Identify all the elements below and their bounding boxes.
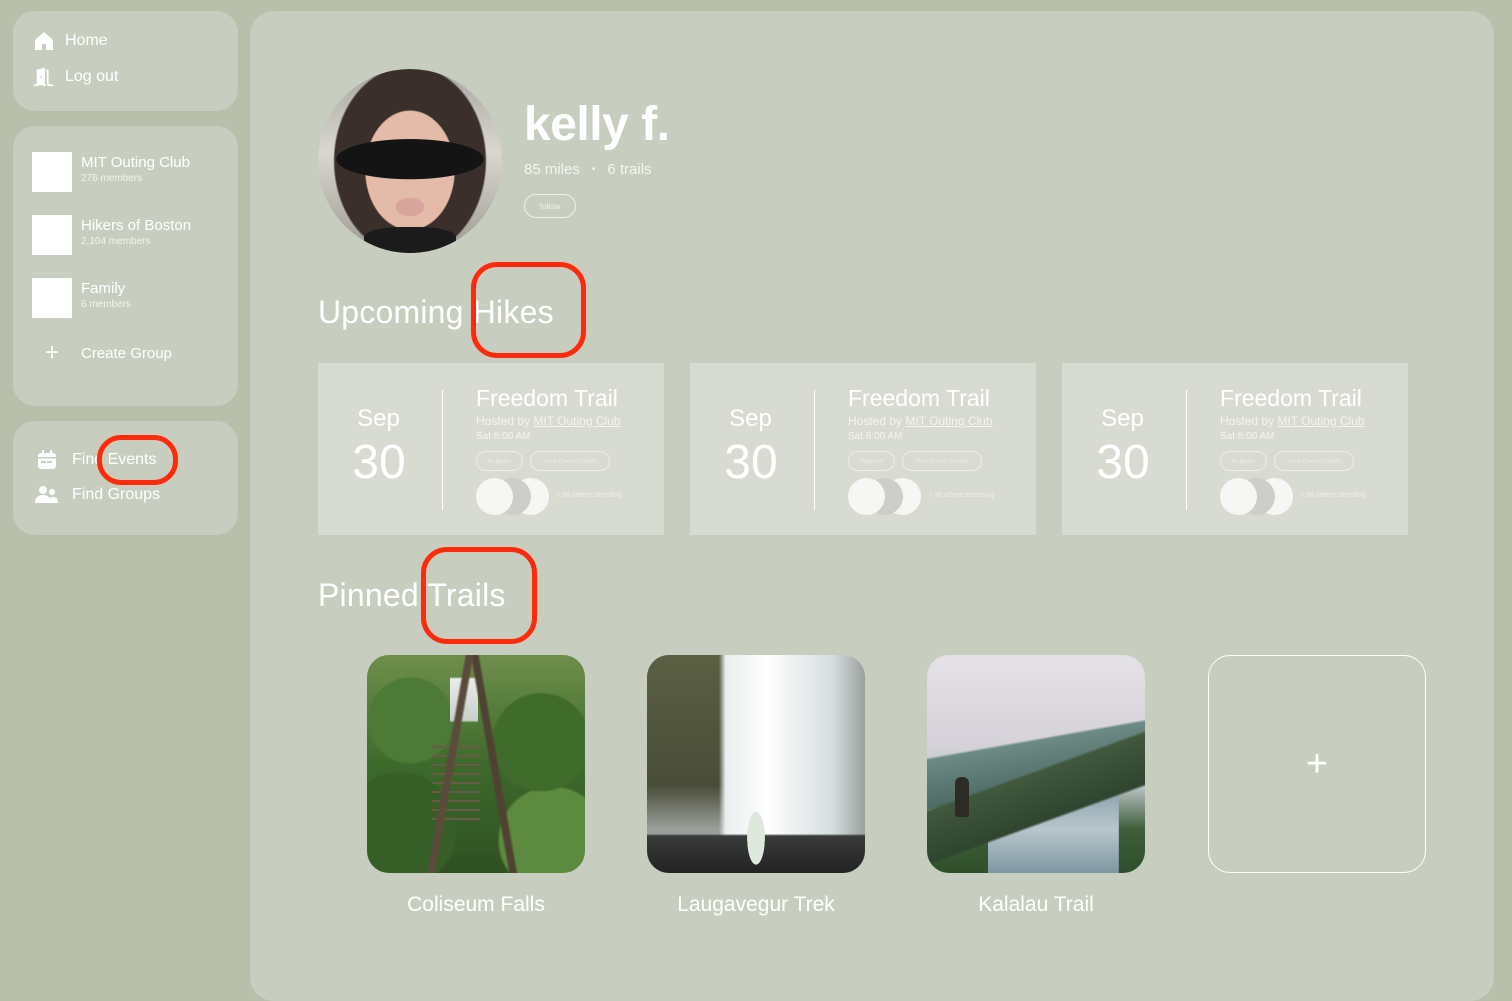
follow-button[interactable]: follow — [524, 194, 576, 218]
attending-count: + 36 others attending — [1300, 492, 1366, 499]
group-member-count: 276 members — [81, 173, 143, 184]
hosted-by-label: Hosted by — [848, 414, 903, 428]
view-event-details-button[interactable]: View Event Details — [530, 451, 610, 471]
plus-icon: + — [44, 339, 59, 366]
pinned-trails-title: Pinned Trails — [318, 577, 506, 613]
event-card[interactable]: Sep 30 Freedom Trail Hosted by MIT Outin… — [1062, 363, 1408, 535]
attending-count: + 36 others attending — [928, 492, 994, 499]
trail-name: Laugavegur Trek — [677, 893, 835, 916]
group-name: MIT Outing Club — [81, 154, 190, 171]
sidebar-nav-panel: Home Log out — [13, 11, 238, 111]
sidebar-item-home[interactable]: Home — [33, 30, 108, 52]
attendee-avatars — [1220, 478, 1300, 516]
group-item[interactable]: MIT Outing Club 276 members — [32, 152, 190, 192]
sidebar-item-label: Log out — [65, 68, 119, 85]
plus-icon: + — [1305, 743, 1329, 785]
trail-photo — [927, 655, 1145, 873]
group-item[interactable]: Hikers of Boston 2,104 members — [32, 215, 191, 255]
group-name: Hikers of Boston — [81, 217, 192, 234]
calendar-icon — [35, 449, 59, 471]
register-button[interactable]: Register — [476, 451, 523, 471]
event-host-link[interactable]: MIT Outing Club — [905, 414, 992, 428]
create-group-button[interactable]: + Create Group — [41, 339, 172, 366]
event-title: Freedom Trail — [476, 385, 618, 411]
trail-name: Kalalau Trail — [978, 893, 1094, 916]
event-day: 30 — [352, 436, 406, 489]
sidebar-item-label: Find Groups — [72, 486, 161, 503]
event-day: 30 — [1096, 436, 1150, 489]
event-title: Freedom Trail — [848, 385, 990, 411]
sidebar-item-find-groups[interactable]: Find Groups — [35, 484, 160, 506]
create-group-label: Create Group — [81, 344, 172, 362]
event-title: Freedom Trail — [1220, 385, 1362, 411]
group-member-count: 2,104 members — [81, 236, 151, 247]
stats-separator: • — [591, 164, 596, 175]
event-host: Hosted by MIT Outing Club — [1220, 414, 1365, 428]
event-host: Hosted by MIT Outing Club — [848, 414, 993, 428]
view-event-details-button[interactable]: View Event Details — [1274, 451, 1354, 471]
trail-card[interactable]: Kalalau Trail — [927, 655, 1145, 917]
attendee-avatars — [476, 478, 556, 516]
event-host: Hosted by MIT Outing Club — [476, 414, 621, 428]
home-icon — [33, 30, 55, 52]
sidebar-item-find-events[interactable]: Find Events — [35, 449, 156, 471]
main-content-panel: kelly f. 85 miles • 6 trails follow Upco… — [250, 11, 1494, 1001]
register-button[interactable]: Register — [1220, 451, 1267, 471]
profile-miles: 85 miles — [524, 161, 580, 178]
door-exit-icon — [33, 66, 55, 88]
event-month: Sep — [1101, 405, 1144, 432]
attending-count: + 36 others attending — [556, 492, 622, 499]
event-divider — [814, 390, 815, 510]
hosted-by-label: Hosted by — [476, 414, 531, 428]
add-trail-button[interactable]: + — [1208, 655, 1426, 873]
register-button[interactable]: Register — [848, 451, 895, 471]
event-divider — [1186, 390, 1187, 510]
attendee-avatar — [476, 478, 513, 515]
group-name: Family — [81, 280, 126, 297]
profile-trails-count: 6 trails — [607, 161, 652, 178]
sidebar-find-panel: Find Events Find Groups — [13, 421, 238, 535]
profile-stats: 85 miles • 6 trails — [524, 161, 652, 178]
group-thumbnail — [32, 215, 72, 255]
view-event-details-button[interactable]: View Event Details — [902, 451, 982, 471]
trail-card[interactable]: Coliseum Falls — [367, 655, 585, 917]
event-day: 30 — [724, 436, 778, 489]
sidebar-item-logout[interactable]: Log out — [33, 66, 118, 88]
event-card[interactable]: Sep 30 Freedom Trail Hosted by MIT Outin… — [690, 363, 1036, 535]
group-thumbnail — [32, 278, 72, 318]
group-thumbnail — [32, 152, 72, 192]
group-item[interactable]: Family 6 members — [32, 278, 131, 318]
profile-avatar — [318, 69, 502, 253]
group-member-count: 6 members — [81, 299, 132, 310]
event-divider — [442, 390, 443, 510]
sidebar-groups-panel: MIT Outing Club 276 members Hikers of Bo… — [13, 126, 238, 406]
attendee-avatar — [1220, 478, 1257, 515]
hosted-by-label: Hosted by — [1220, 414, 1275, 428]
trail-name: Coliseum Falls — [407, 893, 545, 916]
event-card[interactable]: Sep 30 Freedom Trail Hosted by MIT Outin… — [318, 363, 664, 535]
trail-card[interactable]: Laugavegur Trek — [647, 655, 865, 917]
profile-name: kelly f. — [524, 98, 670, 151]
attendee-avatars — [848, 478, 928, 516]
attendee-avatar — [848, 478, 885, 515]
sidebar-item-label: Home — [65, 32, 108, 49]
event-month: Sep — [357, 405, 400, 432]
trail-photo — [647, 655, 865, 873]
event-host-link[interactable]: MIT Outing Club — [533, 414, 620, 428]
event-time: Sat 8:00 AM — [848, 431, 903, 442]
users-icon — [35, 484, 59, 506]
sidebar-item-label: Find Events — [72, 451, 157, 468]
event-time: Sat 8:00 AM — [1220, 431, 1275, 442]
event-time: Sat 8:00 AM — [476, 431, 531, 442]
trail-photo — [367, 655, 585, 873]
event-host-link[interactable]: MIT Outing Club — [1277, 414, 1364, 428]
upcoming-hikes-title: Upcoming Hikes — [318, 294, 554, 330]
event-month: Sep — [729, 405, 772, 432]
